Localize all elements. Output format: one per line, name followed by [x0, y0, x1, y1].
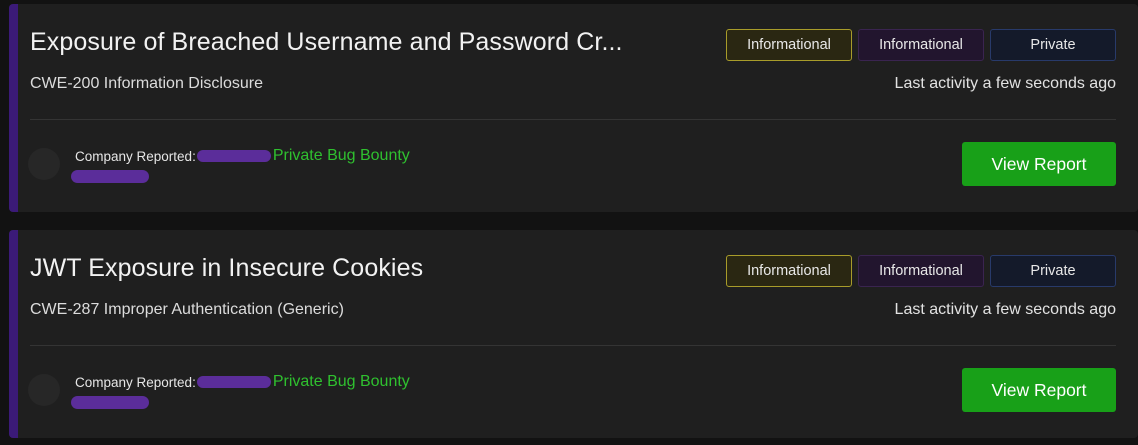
visibility-badge: Private — [990, 255, 1116, 287]
report-weakness: CWE-200 Information Disclosure — [30, 75, 263, 92]
redacted-company-handle — [71, 396, 149, 409]
card-accent-bar — [9, 230, 18, 438]
last-activity: Last activity a few seconds ago — [894, 301, 1116, 318]
report-title[interactable]: Exposure of Breached Username and Passwo… — [30, 28, 710, 57]
company-label: Company Reported: — [75, 374, 196, 390]
company-label: Company Reported: — [75, 148, 196, 164]
report-card: Exposure of Breached Username and Passwo… — [9, 4, 1138, 212]
redacted-company-name — [196, 376, 271, 388]
view-report-button[interactable]: View Report — [962, 368, 1116, 412]
view-report-button[interactable]: View Report — [962, 142, 1116, 186]
program-type: Private Bug Bounty — [272, 373, 410, 390]
report-list: Exposure of Breached Username and Passwo… — [0, 0, 1138, 445]
card-accent-bar — [9, 4, 18, 212]
company-avatar — [28, 374, 60, 406]
report-card: JWT Exposure in Insecure Cookies CWE-287… — [9, 230, 1138, 438]
report-weakness: CWE-287 Improper Authentication (Generic… — [30, 301, 344, 318]
company-avatar — [28, 148, 60, 180]
company-line: Company Reported: Private Bug Bounty — [75, 373, 410, 391]
report-title[interactable]: JWT Exposure in Insecure Cookies — [30, 254, 710, 283]
state-badge: Informational — [858, 29, 984, 61]
severity-badge: Informational — [726, 29, 852, 61]
report-badges: Informational Informational Private — [726, 255, 1116, 287]
last-activity: Last activity a few seconds ago — [894, 75, 1116, 92]
severity-badge: Informational — [726, 255, 852, 287]
report-badges: Informational Informational Private — [726, 29, 1116, 61]
redacted-company-handle — [71, 170, 149, 183]
state-badge: Informational — [858, 255, 984, 287]
company-line: Company Reported: Private Bug Bounty — [75, 147, 410, 165]
redacted-company-name — [196, 150, 271, 162]
visibility-badge: Private — [990, 29, 1116, 61]
program-type: Private Bug Bounty — [272, 147, 410, 164]
card-divider — [30, 119, 1116, 120]
card-divider — [30, 345, 1116, 346]
